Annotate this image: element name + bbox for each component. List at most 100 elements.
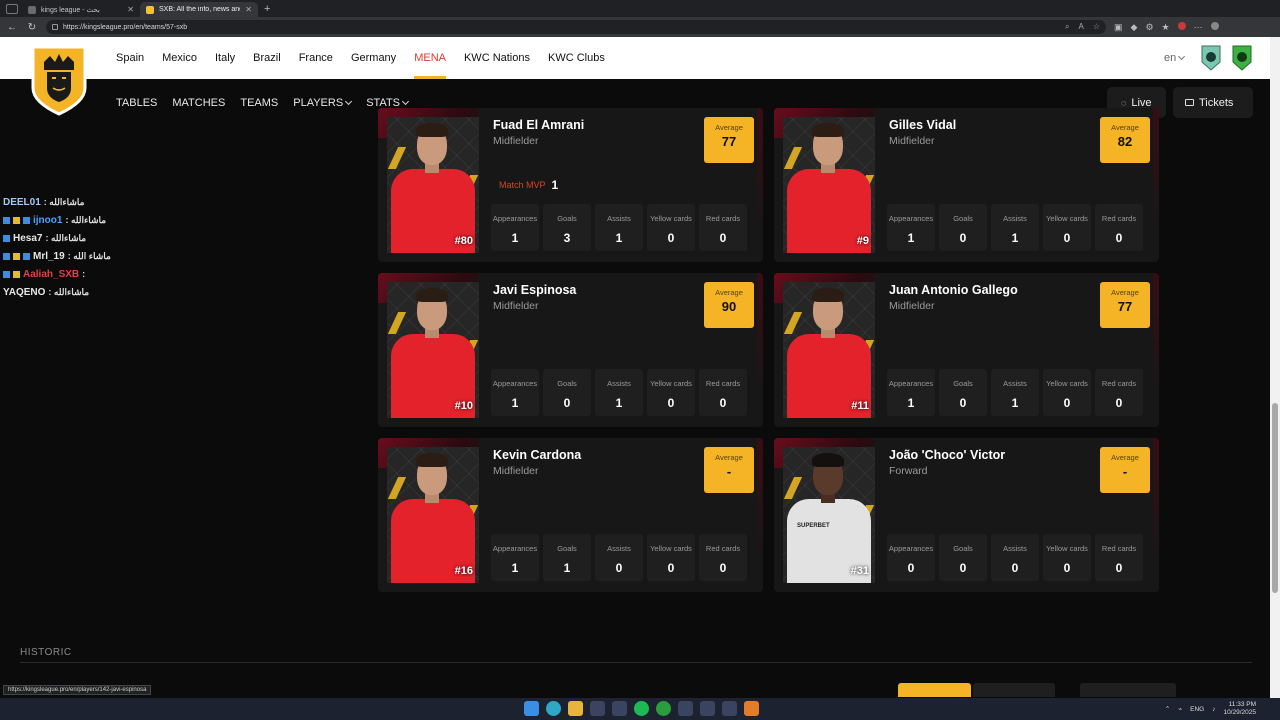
player-name[interactable]: Javi Espinosa <box>493 283 576 297</box>
country-link-kwc-clubs[interactable]: KWC Clubs <box>548 37 605 79</box>
player-card[interactable]: #9 Gilles Vidal Midfielder Average 82 Appeara… <box>774 108 1159 262</box>
extension-icon[interactable]: ⚙ <box>1145 22 1153 33</box>
app-icon[interactable] <box>590 701 605 716</box>
clock[interactable]: 11:33 PM 10/29/2025 <box>1223 701 1256 717</box>
new-tab-icon[interactable]: + <box>264 3 270 15</box>
menu-teams[interactable]: TEAMS <box>240 97 278 109</box>
xbox-icon[interactable] <box>656 701 671 716</box>
player-card[interactable]: #10 Javi Espinosa Midfielder Average 90 Appea… <box>378 273 763 427</box>
extension-icon[interactable]: ▣ <box>1114 22 1123 33</box>
kwc-clubs-badge-icon[interactable] <box>1231 44 1253 72</box>
player-position: Forward <box>889 465 928 477</box>
menu-label: PLAYERS <box>293 96 344 109</box>
app-icon[interactable] <box>744 701 759 716</box>
country-link-mena[interactable]: MENA <box>414 37 446 79</box>
player-photo[interactable]: SUPERBET #31 <box>783 447 875 583</box>
language-indicator[interactable]: ENG <box>1190 706 1204 713</box>
stat-value: 0 <box>719 561 727 575</box>
player-name[interactable]: Fuad El Amrani <box>493 118 584 132</box>
player-photo[interactable]: #80 <box>387 117 479 253</box>
player-photo[interactable]: #10 <box>387 282 479 418</box>
close-tab-icon[interactable]: ✕ <box>127 5 134 14</box>
chat-message: Hesa7: ماشاءالله <box>3 229 203 247</box>
browser-tab[interactable]: kings league - بحث ✕ <box>22 2 140 17</box>
close-tab-icon[interactable]: ✕ <box>245 5 252 14</box>
zoom-icon[interactable]: ⌕ <box>1065 22 1069 32</box>
back-icon[interactable]: ← <box>6 22 18 33</box>
network-icon[interactable]: ⌁ <box>1178 705 1182 713</box>
menu-players[interactable]: PLAYERS <box>293 96 353 109</box>
scrollbar-thumb[interactable] <box>1272 403 1278 593</box>
favorites-icon[interactable]: ★ <box>1162 22 1170 33</box>
stat-value: 1 <box>563 561 571 575</box>
menu-label: STATS <box>366 96 401 109</box>
start-icon[interactable] <box>524 701 539 716</box>
country-link-germany[interactable]: Germany <box>351 37 396 79</box>
historic-competition-select[interactable] <box>898 683 971 697</box>
tab-title: kings league - بحث <box>41 6 100 14</box>
stat-value: 0 <box>667 561 675 575</box>
kwc-nations-badge-icon[interactable] <box>1200 44 1222 72</box>
address-bar[interactable]: https://kingsleague.pro/en/teams/57-sxb … <box>46 20 1106 34</box>
stat-box: Assists 1 <box>991 369 1039 416</box>
chrome-icon[interactable] <box>612 701 627 716</box>
player-card[interactable]: #11 Juan Antonio Gallego Midfielder Average… <box>774 273 1159 427</box>
country-link-brazil[interactable]: Brazil <box>253 37 281 79</box>
player-number: #80 <box>454 235 473 247</box>
stat-label: Goals <box>953 544 973 553</box>
average-rating-badge: Average 90 <box>704 282 754 328</box>
browser-tab-active[interactable]: SXB: All the info, news and results ✕ <box>140 2 258 17</box>
country-link-france[interactable]: France <box>299 37 333 79</box>
sidebar-toggle-icon[interactable] <box>6 3 18 14</box>
player-card[interactable]: #80 Fuad El Amrani Midfielder Average 77 Matc… <box>378 108 763 262</box>
language-selector[interactable]: en <box>1164 37 1186 79</box>
menu-tables[interactable]: TABLES <box>116 97 157 109</box>
player-photo[interactable]: #11 <box>783 282 875 418</box>
stat-value: 0 <box>1115 561 1123 575</box>
country-link-italy[interactable]: Italy <box>215 37 235 79</box>
stat-label: Assists <box>1003 379 1027 388</box>
player-hair <box>416 453 448 467</box>
edge-icon[interactable] <box>546 701 561 716</box>
spotify-icon[interactable] <box>634 701 649 716</box>
country-link-kwc-nations[interactable]: KWC Nations <box>464 37 530 79</box>
country-link-mexico[interactable]: Mexico <box>162 37 197 79</box>
profile-avatar-icon[interactable] <box>1177 21 1186 30</box>
app-icon[interactable] <box>722 701 737 716</box>
tickets-button[interactable]: Tickets <box>1173 87 1253 118</box>
favorite-star-icon[interactable]: ☆ <box>1093 22 1100 32</box>
country-link-spain[interactable]: Spain <box>116 37 144 79</box>
chevron-up-icon[interactable]: ⌃ <box>1165 705 1170 713</box>
site-info-icon[interactable] <box>52 24 58 30</box>
player-name[interactable]: João 'Choco' Victor <box>889 448 1005 462</box>
steam-icon[interactable] <box>700 701 715 716</box>
copilot-icon[interactable] <box>1210 21 1219 30</box>
reload-icon[interactable]: ↻ <box>26 22 38 33</box>
historic-season-select[interactable] <box>973 683 1055 697</box>
player-photo[interactable]: #9 <box>783 117 875 253</box>
extension-icon[interactable]: ◆ <box>1131 22 1138 33</box>
stat-value: 1 <box>511 396 519 410</box>
stat-value: 1 <box>1011 396 1019 410</box>
page-scrollbar[interactable] <box>1270 37 1280 698</box>
menu-stats[interactable]: STATS <box>366 96 410 109</box>
player-name[interactable]: Juan Antonio Gallego <box>889 283 1018 297</box>
player-card[interactable]: SUPERBET #31 João 'Choco' Victor Forward Ave… <box>774 438 1159 592</box>
divider <box>20 662 1252 663</box>
file-explorer-icon[interactable] <box>568 701 583 716</box>
player-name[interactable]: Kevin Cardona <box>493 448 581 462</box>
country-links: Spain Mexico Italy Brazil France Germany… <box>116 37 623 79</box>
historic-league-select[interactable] <box>1080 683 1176 697</box>
player-number: #11 <box>851 400 869 412</box>
menu-matches[interactable]: MATCHES <box>172 97 225 109</box>
volume-icon[interactable]: ♪ <box>1212 706 1215 713</box>
stat-box: Yellow cards 0 <box>1043 204 1091 251</box>
more-menu-icon[interactable]: ⋯ <box>1194 22 1203 33</box>
app-icon[interactable] <box>678 701 693 716</box>
read-aloud-icon[interactable]: A <box>1078 22 1083 32</box>
player-photo[interactable]: #16 <box>387 447 479 583</box>
stat-label: Red cards <box>705 214 741 223</box>
player-name[interactable]: Gilles Vidal <box>889 118 956 132</box>
kings-league-logo[interactable] <box>30 44 88 116</box>
player-card[interactable]: #16 Kevin Cardona Midfielder Average - Appear… <box>378 438 763 592</box>
